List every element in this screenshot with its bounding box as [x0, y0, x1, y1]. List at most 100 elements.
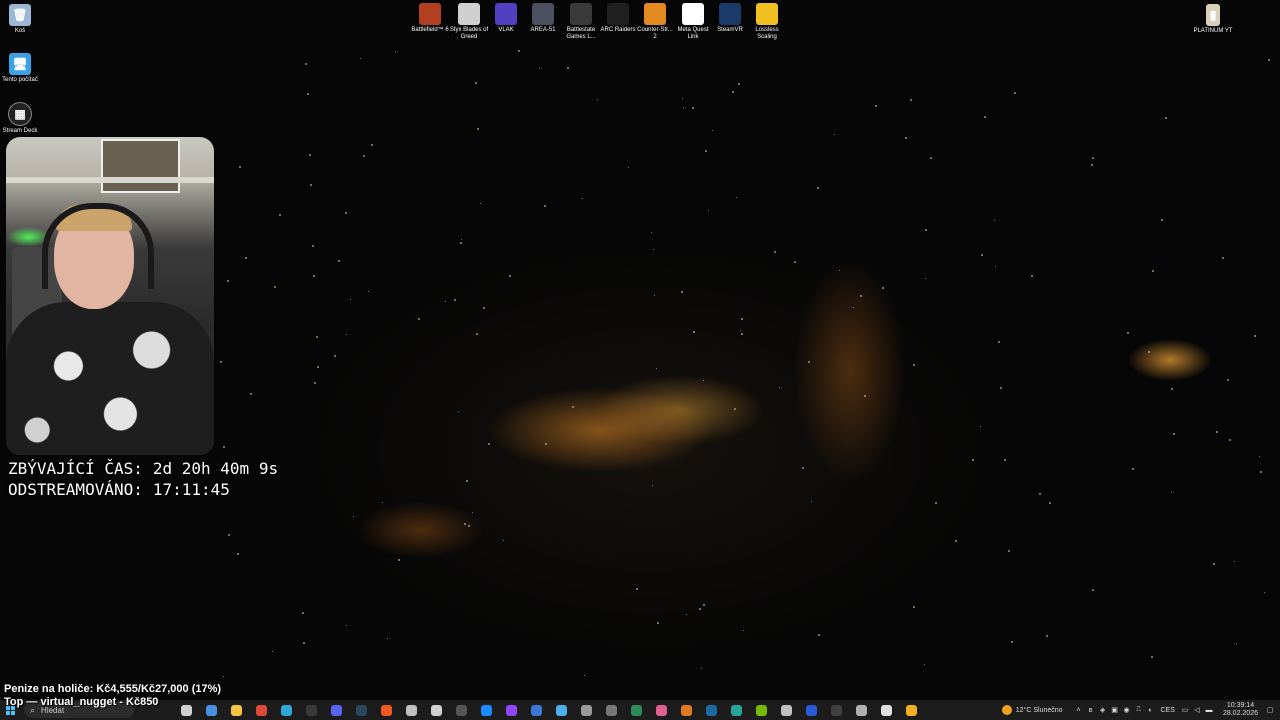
desktop-icon-stream-deck[interactable]: ▦ Stream Deck — [0, 102, 40, 135]
taskbar-msi-button[interactable] — [426, 701, 446, 719]
star — [1091, 164, 1093, 166]
desktop-icon-battlefield-6[interactable]: Battlefield™ 6 — [410, 3, 450, 34]
taskbar-origin-button[interactable] — [376, 701, 396, 719]
taskbar-app-light-button[interactable] — [876, 701, 896, 719]
desktop-icon-counter-strike-2[interactable]: Counter-Str... 2 — [635, 3, 675, 41]
remaining-time-label: ZBÝVAJÍCÍ ČAS: — [8, 459, 143, 478]
taskbar-app-yellow-button[interactable] — [901, 701, 921, 719]
vlak-train-icon — [495, 3, 517, 25]
taskbar-obs-button[interactable] — [301, 701, 321, 719]
taskbar-edge-button[interactable] — [276, 701, 296, 719]
star — [1151, 656, 1153, 658]
chevron-up-icon[interactable]: ˄ — [1074, 707, 1084, 714]
taskbar-app-gray-button[interactable] — [576, 701, 596, 719]
taskbar-app-green-button[interactable] — [626, 701, 646, 719]
star — [1132, 468, 1134, 470]
taskbar-apps — [176, 701, 926, 719]
taskbar-app-sky-button[interactable] — [551, 701, 571, 719]
taskbar-task-view-button[interactable] — [176, 701, 196, 719]
tray-app-3-icon[interactable]: ◉ — [1122, 706, 1132, 714]
star — [382, 502, 383, 503]
taskbar-steam-2-button[interactable] — [701, 701, 721, 719]
star — [1229, 439, 1231, 441]
star — [544, 205, 546, 207]
tray-app-4-icon[interactable]: ◐ — [1146, 707, 1156, 714]
desktop-icon-lossless-scaling[interactable]: Lossless Scaling — [747, 3, 787, 41]
taskbar-app-orange-button[interactable] — [676, 701, 696, 719]
taskbar-app-g-button[interactable] — [776, 701, 796, 719]
star — [682, 98, 683, 99]
desktop-icon-steamvr[interactable]: SteamVR — [710, 3, 750, 34]
desktop-icon-this-pc[interactable]: 🖥 Tento počítač — [0, 53, 40, 84]
taskbar-app-dot-button[interactable] — [601, 701, 621, 719]
taskbar-twitch-button[interactable] — [501, 701, 521, 719]
star — [913, 606, 915, 608]
star — [818, 634, 820, 636]
star — [317, 366, 319, 368]
taskbar-malwarebytes-button[interactable] — [801, 701, 821, 719]
taskbar-file-explorer-button[interactable] — [226, 701, 246, 719]
star — [686, 614, 687, 615]
star — [368, 291, 369, 292]
clock[interactable]: 10:39:14 28.02.2026 — [1223, 702, 1258, 718]
star — [302, 612, 304, 614]
battery-icon[interactable]: ▬ — [1204, 707, 1214, 714]
star — [1171, 388, 1173, 390]
desktop-icon-battlestate-launcher[interactable]: Battlestate Games L... — [561, 3, 601, 41]
volume-icon[interactable]: ◁ — [1192, 706, 1202, 714]
star — [1268, 59, 1270, 61]
star — [740, 330, 741, 331]
taskbar-steam-button[interactable] — [351, 701, 371, 719]
taskbar-battlenet-button[interactable] — [476, 701, 496, 719]
battlefield-6-icon — [419, 3, 441, 25]
taskbar-nvidia-button[interactable] — [751, 701, 771, 719]
app-green-icon — [630, 704, 642, 716]
taskbar-widgets-button[interactable] — [201, 701, 221, 719]
star — [994, 220, 995, 221]
desktop-icon-arc-raiders[interactable]: ARC Raiders — [598, 3, 638, 34]
desktop-icon-meta-quest-link[interactable]: Meta Quest Link — [673, 3, 713, 41]
weather-widget[interactable]: 12°C Slunečno — [1001, 705, 1063, 715]
star — [864, 395, 866, 397]
desktop-icon-platinum-yt[interactable]: ▮ PLATINUM YT — [1193, 4, 1233, 35]
desktop-icon-label: Battlestate Games L... — [566, 27, 596, 40]
taskbar-app-dark-2-button[interactable] — [826, 701, 846, 719]
desktop-icon-area-51[interactable]: AREA-51 — [523, 3, 563, 34]
tray-app-icon[interactable]: ◈ — [1098, 706, 1108, 714]
network-icon[interactable]: ▭ — [1180, 706, 1190, 714]
star — [305, 63, 307, 65]
taskbar-app-circle-button[interactable] — [401, 701, 421, 719]
app-light-icon — [880, 704, 892, 716]
language-indicator[interactable]: CES — [1161, 707, 1175, 714]
usb-icon[interactable]: ⎍ — [1134, 706, 1144, 714]
notifications-icon[interactable]: ▢ — [1265, 706, 1275, 714]
star — [1213, 563, 1215, 565]
star — [683, 107, 684, 108]
tray-app-2-icon[interactable]: ▣ — [1110, 706, 1120, 714]
star — [475, 82, 477, 84]
star — [509, 275, 511, 277]
star — [701, 668, 702, 669]
widgets-icon — [205, 704, 217, 716]
star — [1236, 643, 1237, 644]
wall-picture — [101, 139, 180, 193]
star — [981, 254, 983, 256]
star — [584, 675, 585, 676]
bluetooth-icon[interactable]: ʙ — [1086, 707, 1096, 714]
app-teal-icon — [730, 704, 742, 716]
desktop-icon-recycle-bin[interactable]: 🗑 Koš — [0, 4, 40, 35]
desktop-icon-styx[interactable]: Styx Blades of Greed — [449, 3, 489, 41]
star — [1039, 493, 1041, 495]
taskbar-app-teal-button[interactable] — [726, 701, 746, 719]
taskbar-app-grid-button[interactable] — [851, 701, 871, 719]
battlestate-launcher-icon — [570, 3, 592, 25]
star — [628, 167, 629, 168]
star — [360, 58, 361, 59]
taskbar-app-dark-button[interactable] — [451, 701, 471, 719]
taskbar-chrome-button[interactable] — [251, 701, 271, 719]
star — [245, 257, 247, 259]
desktop-icon-vlak-train[interactable]: VLAK — [486, 3, 526, 34]
taskbar-app-blue-button[interactable] — [526, 701, 546, 719]
taskbar-app-colorful-button[interactable] — [651, 701, 671, 719]
taskbar-discord-button[interactable] — [326, 701, 346, 719]
